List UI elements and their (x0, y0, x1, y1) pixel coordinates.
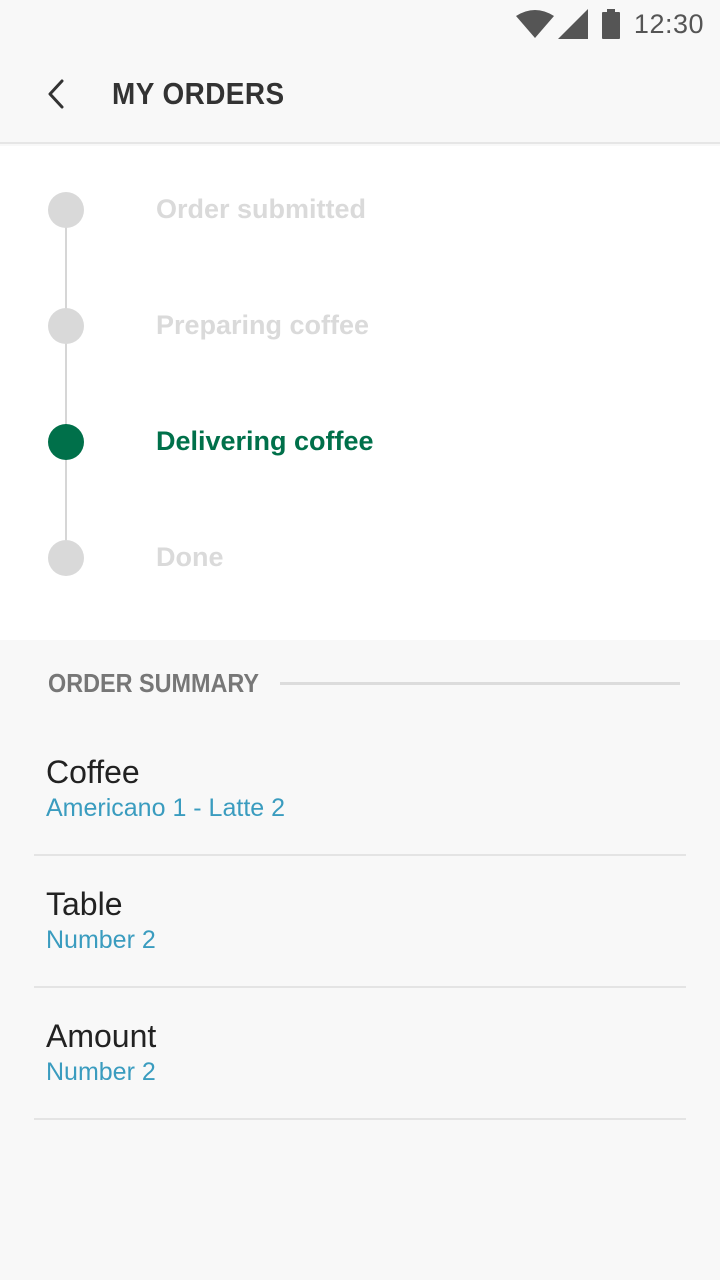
step-label: Order submitted (156, 194, 367, 224)
app-bar: MY ORDERS (0, 48, 720, 144)
status-time: 12:30 (633, 8, 704, 39)
my-orders-screen: 12:30 MY ORDERS Order submitted Preparin… (0, 0, 720, 1280)
summary-item-coffee: Coffee Americano 1 - Latte 2 (34, 724, 686, 856)
section-title: ORDER SUMMARY (48, 668, 260, 698)
order-summary-header: ORDER SUMMARY (0, 640, 720, 728)
wifi-icon (515, 10, 554, 38)
cell-signal-icon (557, 9, 588, 39)
step-label: Delivering coffee (156, 426, 374, 456)
order-summary-list: Coffee Americano 1 - Latte 2 Table Numbe… (34, 724, 686, 1120)
battery-icon (601, 9, 620, 39)
chevron-left-icon (44, 78, 68, 115)
progress-step-delivering-coffee: Delivering coffee (0, 412, 720, 472)
step-indicator (48, 540, 84, 576)
item-value: Americano 1 - Latte 2 (46, 794, 286, 822)
status-bar: 12:30 (0, 0, 720, 48)
order-progress: Order submitted Preparing coffee Deliver… (0, 146, 720, 640)
step-label: Preparing coffee (156, 310, 370, 340)
progress-track-line (65, 210, 67, 558)
status-icons: 12:30 (515, 6, 704, 42)
summary-item-table: Table Number 2 (34, 856, 686, 988)
step-indicator-active (48, 424, 84, 460)
item-value: Number 2 (46, 926, 156, 954)
progress-step-preparing-coffee: Preparing coffee (0, 296, 720, 356)
item-title: Amount (46, 1018, 157, 1054)
item-title: Table (46, 886, 123, 922)
progress-step-order-submitted: Order submitted (0, 180, 720, 240)
back-button[interactable] (28, 68, 84, 124)
item-title: Coffee (46, 754, 140, 790)
step-label: Done (156, 542, 224, 572)
divider (280, 682, 680, 685)
step-indicator (48, 192, 84, 228)
page-title: MY ORDERS (112, 76, 285, 111)
summary-item-amount: Amount Number 2 (34, 988, 686, 1120)
step-indicator (48, 308, 84, 344)
item-value: Number 2 (46, 1058, 156, 1086)
progress-step-done: Done (0, 528, 720, 588)
